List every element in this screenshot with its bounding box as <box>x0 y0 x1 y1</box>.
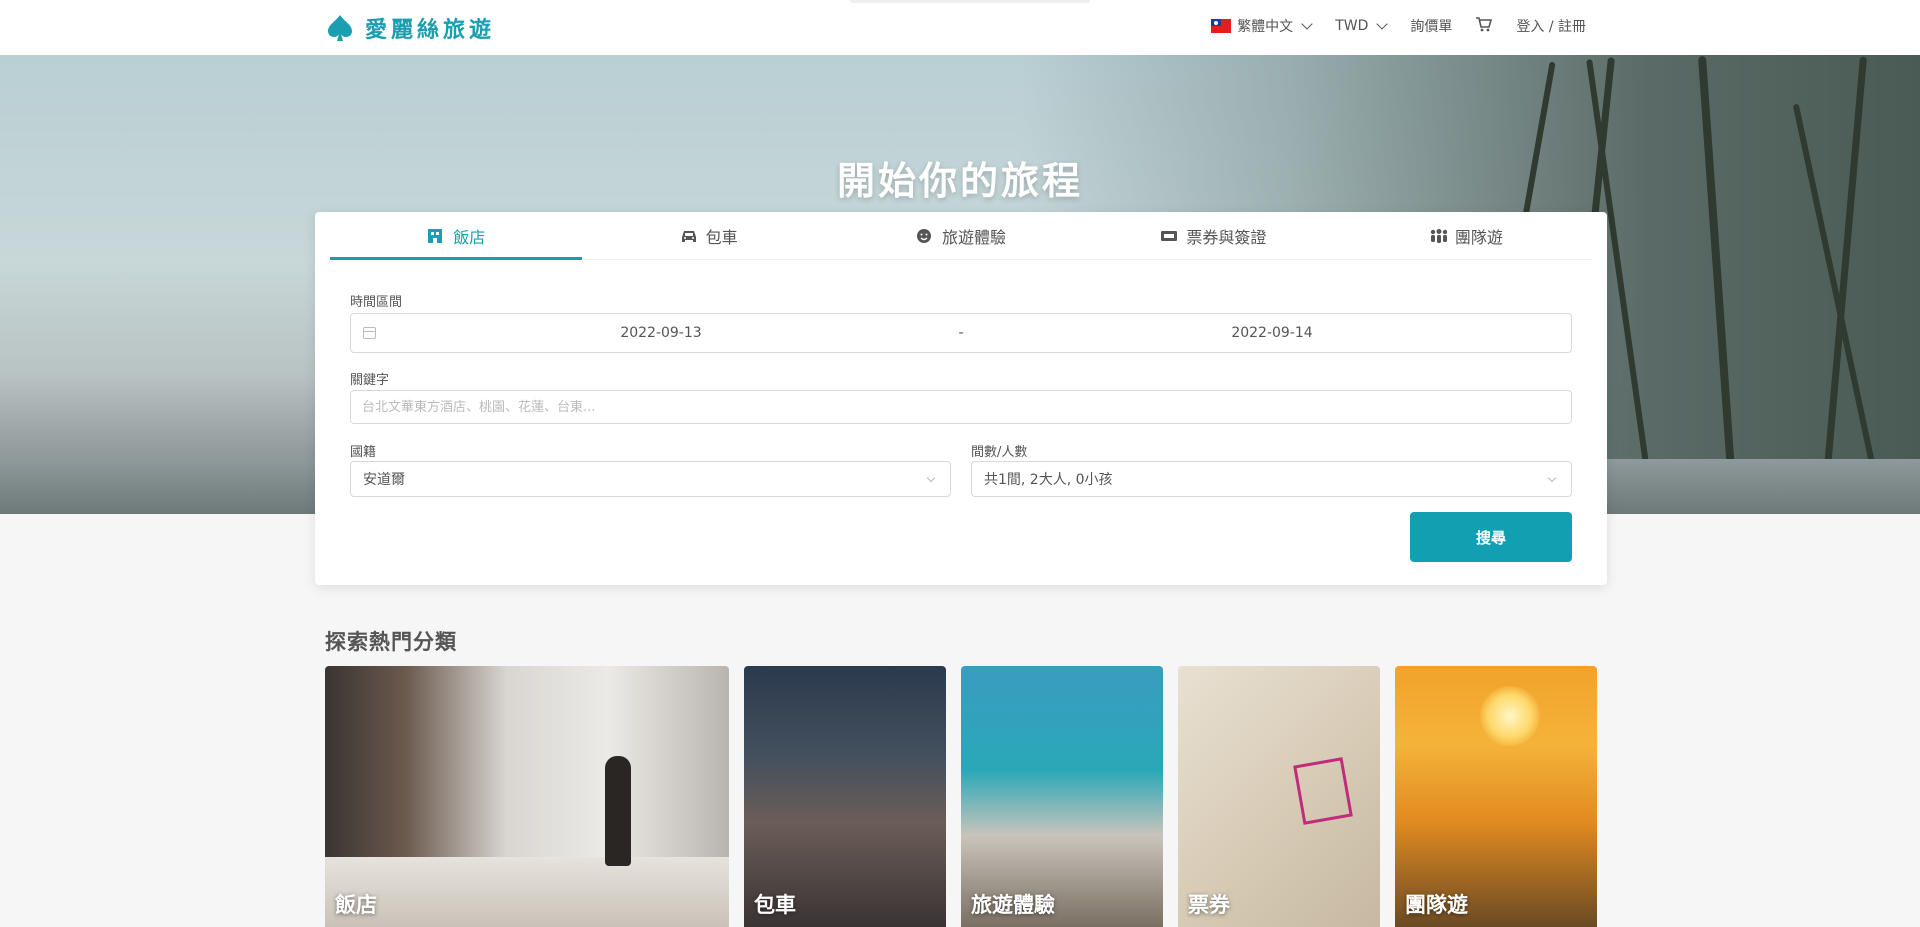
currency-selector[interactable]: TWD <box>1335 18 1389 34</box>
date-end[interactable]: 2022-09-14 <box>971 325 1573 341</box>
category-label: 票券 <box>1188 893 1230 917</box>
login-label: 登入 / 註冊 <box>1516 19 1586 35</box>
category-card-car[interactable]: 包車 <box>744 666 946 927</box>
tab-car[interactable]: 包車 <box>582 212 834 259</box>
category-image-stamp <box>1293 757 1353 825</box>
categories-title: 探索熱門分類 <box>325 630 457 654</box>
smile-icon <box>916 228 934 244</box>
date-range-picker[interactable]: 2022-09-13 - 2022-09-14 <box>350 313 1572 353</box>
nationality-label: 國籍 <box>350 445 377 460</box>
currency-label: TWD <box>1335 18 1369 34</box>
inquiry-label: 詢價單 <box>1410 19 1453 35</box>
category-image-figure <box>605 756 631 866</box>
spade-logo-icon <box>325 13 355 43</box>
chevron-down-icon <box>1547 473 1557 483</box>
cart-icon <box>1476 16 1493 36</box>
logo-text: 愛麗絲旅遊 <box>365 18 496 43</box>
language-label: 繁體中文 <box>1237 19 1294 35</box>
category-label: 團隊遊 <box>1405 893 1468 917</box>
tab-label: 票券與簽證 <box>1186 227 1267 247</box>
header-decoration <box>850 0 1090 3</box>
search-tabs: 飯店 包車 旅遊體驗 票券與簽證 團隊遊 <box>330 212 1592 260</box>
chevron-down-icon <box>926 473 936 483</box>
keyword-label: 關鍵字 <box>350 373 390 388</box>
login-register-link[interactable]: 登入 / 註冊 <box>1516 16 1586 36</box>
search-card: 飯店 包車 旅遊體驗 票券與簽證 團隊遊 時間區間 2022-09-13 - 2… <box>315 212 1607 585</box>
top-header: 愛麗絲旅遊 繁體中文 TWD 詢價單 登入 / 註冊 <box>0 0 1920 55</box>
category-card-hotel[interactable]: 飯店 <box>325 666 729 927</box>
cart-button[interactable] <box>1476 16 1493 36</box>
ticket-icon <box>1160 228 1178 244</box>
search-button[interactable]: 搜尋 <box>1410 512 1572 562</box>
taiwan-flag-icon <box>1211 19 1232 33</box>
site-logo[interactable]: 愛麗絲旅遊 <box>325 12 495 44</box>
group-icon <box>1429 228 1448 244</box>
category-card-experience[interactable]: 旅遊體驗 <box>961 666 1163 927</box>
category-card-group-tour[interactable]: 團隊遊 <box>1395 666 1597 927</box>
category-label: 旅遊體驗 <box>971 893 1055 917</box>
category-label: 飯店 <box>335 893 377 917</box>
nationality-value: 安道爾 <box>363 472 405 488</box>
date-separator: - <box>958 325 964 341</box>
nationality-select[interactable]: 安道爾 <box>350 461 951 497</box>
tab-hotel[interactable]: 飯店 <box>330 212 583 260</box>
date-range-label: 時間區間 <box>350 295 403 310</box>
tab-group-tour[interactable]: 團隊遊 <box>1340 212 1592 259</box>
tab-label: 旅遊體驗 <box>942 227 1007 247</box>
category-image-sun <box>1480 686 1540 746</box>
rooms-guests-select[interactable]: 共1間, 2大人, 0小孩 <box>971 461 1572 497</box>
keyword-input[interactable] <box>351 391 1571 423</box>
tab-experience[interactable]: 旅遊體驗 <box>835 212 1087 259</box>
tab-label: 包車 <box>705 227 738 247</box>
rooms-label: 間數/人數 <box>971 445 1028 460</box>
chevron-down-icon <box>1301 18 1313 30</box>
hotel-icon <box>427 228 445 244</box>
tab-label: 團隊遊 <box>1454 227 1503 247</box>
car-icon <box>680 228 698 244</box>
category-image <box>325 857 729 927</box>
keyword-field[interactable] <box>350 390 1572 424</box>
rooms-guests-value: 共1間, 2大人, 0小孩 <box>984 472 1113 488</box>
tab-tickets[interactable]: 票券與簽證 <box>1087 212 1339 259</box>
chevron-down-icon <box>1376 18 1389 30</box>
category-label: 包車 <box>754 893 796 917</box>
top-nav: 繁體中文 TWD 詢價單 登入 / 註冊 <box>1211 16 1586 36</box>
category-card-tickets[interactable]: 票券 <box>1178 666 1380 927</box>
tab-label: 飯店 <box>453 227 486 247</box>
language-selector[interactable]: 繁體中文 <box>1211 16 1313 36</box>
date-start[interactable]: 2022-09-13 <box>351 325 971 341</box>
hero-title: 開始你的旅程 <box>836 159 1083 203</box>
inquiry-link[interactable]: 詢價單 <box>1410 16 1452 36</box>
